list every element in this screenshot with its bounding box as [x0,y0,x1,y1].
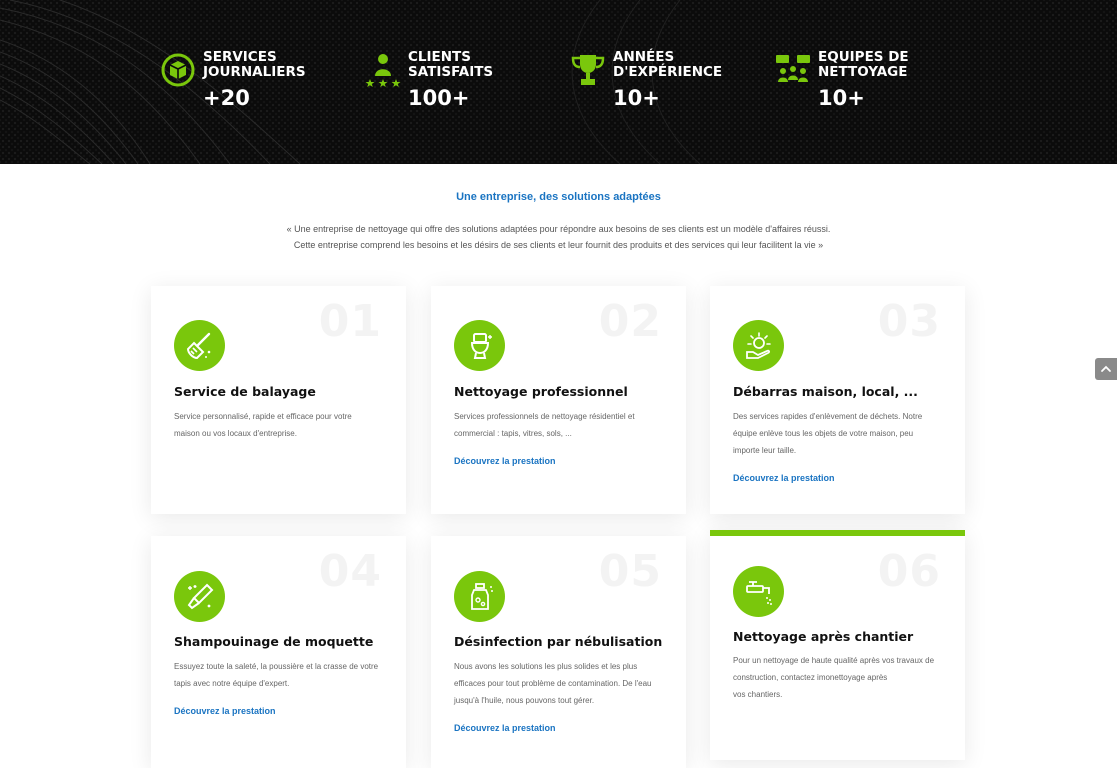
service-box-icon [160,52,196,88]
stat-label: SERVICES JOURNALIERS [203,49,306,80]
stat-value: 100+ [408,86,470,110]
card-number: 02 [598,296,662,347]
card-description: Essuyez toute la saleté, la poussière et… [174,662,379,688]
scroll-to-top-button[interactable] [1095,358,1117,380]
brush-icon [174,571,225,622]
trophy-icon [570,52,606,88]
section-intro: « Une entreprise de nettoyage qui offre … [286,224,831,250]
card-description: Service personnalisé, rapide et efficace… [174,412,352,438]
stat-label: ANNÉES D'EXPÉRIENCE [613,49,723,80]
broom-icon [174,320,225,371]
faucet-icon [733,566,784,617]
card-title: Débarras maison, local, ... [733,384,918,399]
stat-value: +20 [203,86,250,110]
card-title: Désinfection par nébulisation [454,634,663,649]
card-number: 05 [598,546,662,597]
card-title: Service de balayage [174,384,316,399]
stat-label: EQUIPES DE NETTOYAGE [818,49,909,80]
discover-service-link[interactable]: Découvrez la prestation [454,723,556,733]
card-title: Nettoyage après chantier [733,629,914,644]
team-icon [775,52,811,88]
stat-label: CLIENTS SATISFAITS [408,49,494,80]
hand-sparkle-icon [733,320,784,371]
discover-service-link[interactable]: Découvrez la prestation [174,706,276,716]
service-card-debarras: 03 Débarras maison, local, ... Des servi… [710,286,965,514]
card-number: 04 [318,546,382,597]
spray-bottle-icon [454,571,505,622]
card-description: Services professionnels de nettoyage rés… [454,412,635,438]
card-description: Nous avons les solutions les plus solide… [454,662,652,705]
stats-banner: SERVICES JOURNALIERS +20 CLIENTS SATISFA… [0,0,1117,164]
card-number: 06 [877,546,941,597]
service-card-balayage: 01 Service de balayage Service personnal… [151,286,406,514]
card-number: 01 [318,296,382,347]
service-card-shampouinage: 04 Shampouinage de moquette Essuyez tout… [151,536,406,768]
card-number: 03 [877,296,941,347]
stat-value: 10+ [818,86,865,110]
service-card-desinfection: 05 Désinfection par nébulisation Nous av… [431,536,686,768]
card-title: Nettoyage professionnel [454,384,628,399]
card-description: Pour un nettoyage de haute qualité après… [733,656,935,699]
service-card-nettoyage-professionnel: 02 Nettoyage professionnel Services prof… [431,286,686,514]
toilet-icon [454,320,505,371]
card-description: Des services rapides d'enlèvement de déc… [733,412,923,455]
card-title: Shampouinage de moquette [174,634,374,649]
chevron-up-icon [1101,365,1111,372]
section-title: Une entreprise, des solutions adaptées [456,191,661,203]
stat-value: 10+ [613,86,660,110]
discover-service-link[interactable]: Découvrez la prestation [733,473,835,483]
discover-service-link[interactable]: Découvrez la prestation [454,456,556,466]
client-stars-icon [365,52,401,88]
service-card-apres-chantier: 06 Nettoyage après chantier Pour un nett… [710,530,965,760]
